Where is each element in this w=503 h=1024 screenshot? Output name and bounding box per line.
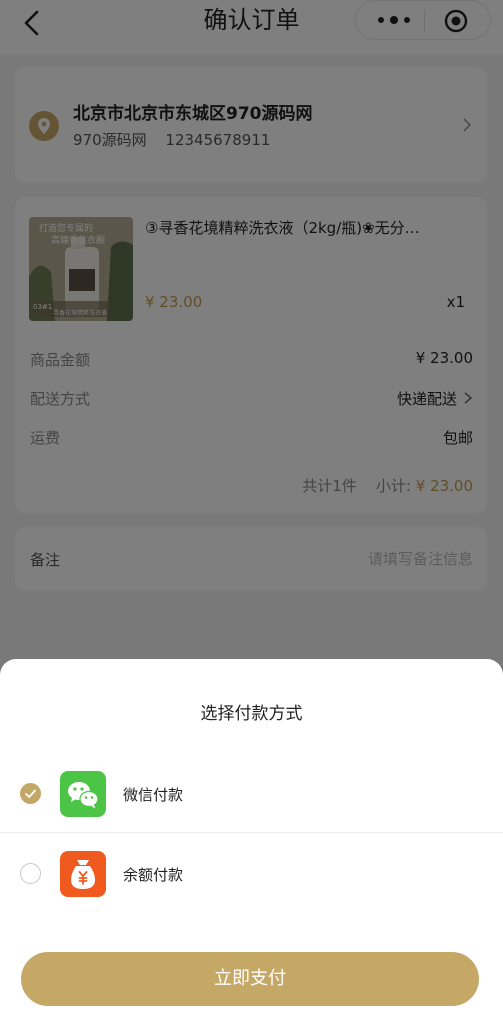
radio-checked-icon[interactable] xyxy=(20,783,41,804)
pay-now-button[interactable]: 立即支付 xyxy=(21,952,479,1006)
payment-sheet: 选择付款方式 微信付款 余额付款 立即支付 xyxy=(0,659,503,1024)
payment-option-label: 微信付款 xyxy=(123,786,184,804)
payment-sheet-title: 选择付款方式 xyxy=(200,704,303,724)
wechat-icon xyxy=(60,771,106,817)
balance-wallet-icon xyxy=(60,851,106,897)
payment-option-label: 余额付款 xyxy=(123,866,184,884)
payment-option-wechat[interactable]: 微信付款 xyxy=(0,755,503,833)
radio-unchecked-icon[interactable] xyxy=(20,863,41,884)
payment-option-balance[interactable]: 余额付款 xyxy=(0,835,503,913)
